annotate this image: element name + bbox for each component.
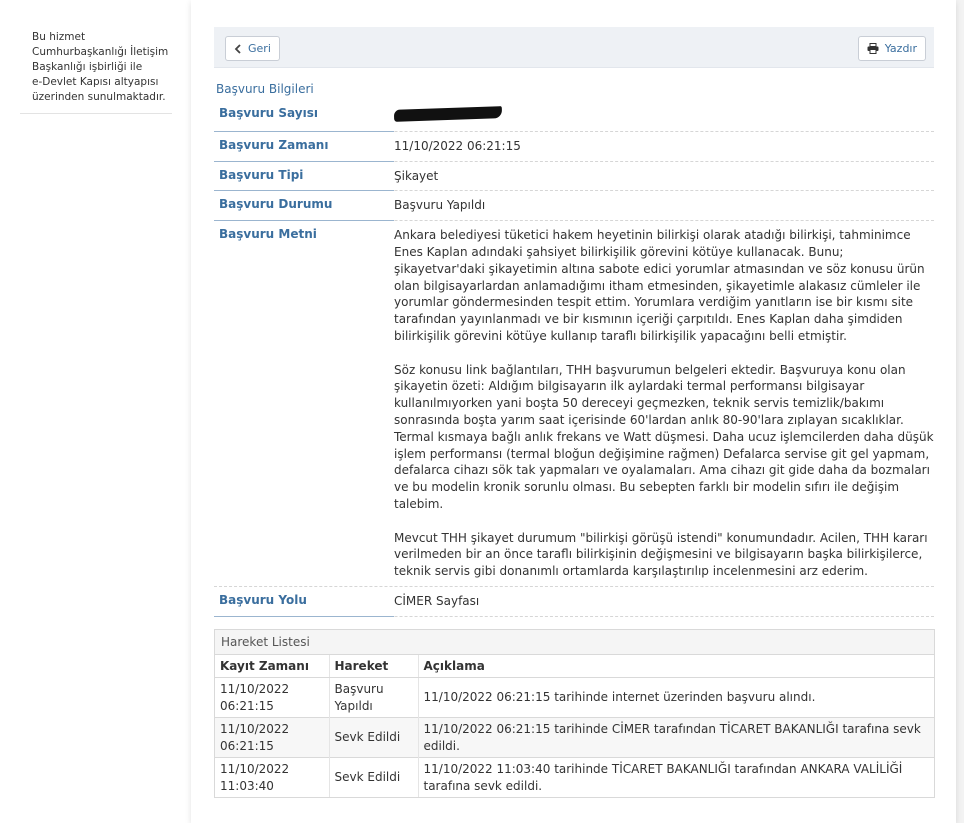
service-note-line: e-Devlet Kapısı altyapısı <box>32 76 159 88</box>
history-list: Hareket Listesi Kayıt Zamanı Hareket Açı… <box>214 629 935 798</box>
tipi-label: Başvuru Tipi <box>214 168 394 192</box>
durum-value: Başvuru Yapıldı <box>394 198 486 213</box>
history-header-row: Kayıt Zamanı Hareket Açıklama <box>215 655 934 678</box>
metin-label: Başvuru Metni <box>219 227 317 242</box>
yolu-label: Başvuru Yolu <box>214 593 394 617</box>
service-note-line: Cumhurbaşkanlığı İletişim <box>32 46 169 58</box>
column-header-hareket: Hareket <box>329 655 419 678</box>
sayi-label: Başvuru Sayısı <box>214 106 394 132</box>
service-note-line: Başkanlığı işbirliği ile <box>32 61 143 73</box>
back-button[interactable]: Geri <box>225 36 280 61</box>
tipi-value: Şikayet <box>394 168 439 183</box>
print-button[interactable]: Yazdır <box>857 36 926 61</box>
cell-aciklama: 11/10/2022 06:21:15 tarihinde CİMER tara… <box>418 717 934 758</box>
cell-hareket: Başvuru Yapıldı <box>329 677 419 718</box>
metin-paragraph: Söz konusu link bağlantıları, THH başvur… <box>394 362 934 511</box>
back-button-label: Geri <box>248 42 271 55</box>
cell-kayit: 11/10/2022 06:21:15 <box>215 677 330 718</box>
sayi-value <box>393 106 934 125</box>
detail-row-durum: Başvuru Durumu Başvuru Yapıldı <box>214 191 934 222</box>
table-row: 11/10/2022 06:21:15 Sevk Edildi 11/10/20… <box>215 717 934 758</box>
cell-aciklama: 11/10/2022 06:21:15 tarihinde internet ü… <box>418 677 934 718</box>
column-header-kayit: Kayıt Zamanı <box>215 655 330 678</box>
chevron-left-icon <box>234 43 242 54</box>
history-title: Hareket Listesi <box>215 630 934 655</box>
application-details: Başvuru Sayısı Başvuru Zamanı 11/10/2022… <box>214 100 934 617</box>
toolbar: Geri Yazdır <box>214 27 934 68</box>
detail-row-metin: Başvuru Metni Ankara belediyesi tüketici… <box>214 221 934 587</box>
main-area: Geri Yazdır Başvuru Bilgileri Başvuru Sa… <box>191 0 964 823</box>
column-header-aciklama: Açıklama <box>418 655 934 678</box>
cell-kayit: 11/10/2022 11:03:40 <box>215 757 330 797</box>
metin-paragraph: Ankara belediyesi tüketici hakem heyetin… <box>394 228 925 343</box>
content-panel: Geri Yazdır Başvuru Bilgileri Başvuru Sa… <box>191 0 956 823</box>
durum-label: Başvuru Durumu <box>214 197 394 222</box>
detail-row-yolu: Başvuru Yolu CİMER Sayfası <box>214 587 934 617</box>
cell-aciklama: 11/10/2022 11:03:40 tarihinde TİCARET BA… <box>418 757 934 797</box>
zaman-value: 11/10/2022 06:21:15 <box>394 138 521 153</box>
print-button-label: Yazdır <box>884 42 917 55</box>
printer-icon <box>867 43 879 54</box>
sidebar: Bu hizmet Cumhurbaşkanlığı İletişim Başk… <box>0 0 191 823</box>
table-row: 11/10/2022 11:03:40 Sevk Edildi 11/10/20… <box>215 757 934 797</box>
cell-kayit: 11/10/2022 06:21:15 <box>215 717 330 758</box>
yolu-value: CİMER Sayfası <box>394 593 480 608</box>
detail-row-tipi: Başvuru Tipi Şikayet <box>214 162 934 192</box>
detail-row-sayi: Başvuru Sayısı <box>214 100 934 132</box>
redacted-mark <box>393 106 503 122</box>
section-title: Başvuru Bilgileri <box>216 82 314 96</box>
service-note-line: Bu hizmet <box>32 31 86 43</box>
metin-value: Ankara belediyesi tüketici hakem heyetin… <box>394 227 934 580</box>
service-note-line: üzerinden sunulmaktadır. <box>32 91 166 103</box>
zaman-label: Başvuru Zamanı <box>214 138 394 162</box>
service-note: Bu hizmet Cumhurbaşkanlığı İletişim Başk… <box>20 30 172 114</box>
cell-hareket: Sevk Edildi <box>329 757 419 797</box>
history-table: Kayıt Zamanı Hareket Açıklama 11/10/2022… <box>215 655 934 797</box>
detail-row-zaman: Başvuru Zamanı 11/10/2022 06:21:15 <box>214 132 934 162</box>
metin-paragraph: Mevcut THH şikayet durumum "bilirkişi gö… <box>394 530 928 579</box>
cell-hareket: Sevk Edildi <box>329 717 419 758</box>
table-row: 11/10/2022 06:21:15 Başvuru Yapıldı 11/1… <box>215 677 934 718</box>
